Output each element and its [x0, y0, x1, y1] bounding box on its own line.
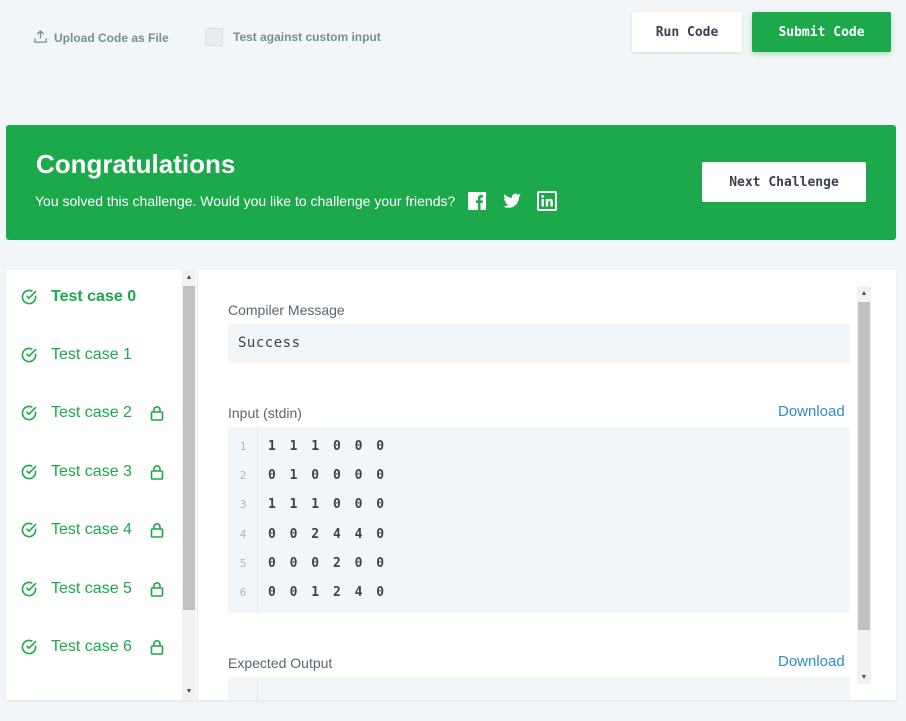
line-number-gutter	[228, 677, 258, 700]
line-number: 3	[239, 498, 247, 511]
code-line: 3 1 1 1 0 0 0	[228, 490, 850, 519]
lock-icon	[150, 406, 164, 421]
test-case-details: Compiler Message Success Input (stdin) D…	[199, 270, 896, 700]
congratulations-banner: Congratulations You solved this challeng…	[6, 125, 896, 240]
banner-title: Congratulations	[36, 149, 236, 179]
social-share-links	[467, 191, 558, 211]
expected-output-code-block	[228, 677, 850, 700]
test-case-tab-3[interactable]: Test case 3	[20, 463, 164, 481]
line-number: 2	[239, 469, 247, 482]
check-circle-icon	[21, 464, 37, 480]
test-case-tab-0[interactable]: Test case 0	[20, 288, 136, 306]
scroll-down-arrow-icon[interactable]: ▼	[182, 684, 196, 698]
code-line: 4 0 0 2 4 4 0	[228, 520, 850, 549]
test-case-tab-5[interactable]: Test case 5	[20, 580, 164, 598]
details-scrollbar-thumb[interactable]	[858, 302, 870, 630]
lock-icon	[150, 582, 164, 597]
code-line: 6 0 0 1 2 4 0	[228, 578, 850, 607]
line-text: 0 0 2 4 4 0	[268, 527, 388, 542]
line-number: 1	[239, 440, 247, 453]
test-case-label: Test case 6	[51, 638, 132, 655]
scroll-up-arrow-icon[interactable]: ▲	[182, 270, 196, 284]
lock-icon	[150, 465, 164, 480]
lock-icon	[150, 640, 164, 655]
submit-code-button[interactable]: Submit Code	[752, 12, 891, 52]
test-case-tab-4[interactable]: Test case 4	[20, 521, 164, 539]
run-code-button[interactable]: Run Code	[632, 12, 742, 52]
banner-subtitle-row: You solved this challenge. Would you lik…	[35, 191, 558, 211]
code-line: 5 0 0 0 2 0 0	[228, 549, 850, 578]
expected-output-download-link[interactable]: Download	[778, 653, 845, 670]
details-scrollbar[interactable]: ▲ ▼	[857, 286, 871, 684]
upload-code-label: Upload Code as File	[54, 31, 169, 45]
custom-input-label: Test against custom input	[233, 30, 381, 44]
code-line: 1 1 1 1 0 0 0	[228, 432, 850, 461]
editor-toolbar: Upload Code as File Test against custom …	[0, 0, 906, 72]
lock-icon	[150, 523, 164, 538]
expected-output-label: Expected Output	[228, 655, 333, 671]
line-text: 0 1 0 0 0 0	[268, 468, 388, 483]
test-results-panel: Test case 0 Test case 1 Test case 2 Test…	[6, 270, 896, 700]
check-circle-icon	[21, 405, 37, 421]
twitter-icon[interactable]	[502, 191, 522, 211]
line-number: 6	[239, 586, 247, 599]
code-line: 2 0 1 0 0 0 0	[228, 461, 850, 490]
line-text: 1 1 1 0 0 0	[268, 439, 388, 454]
check-circle-icon	[21, 639, 37, 655]
line-text: 0 0 1 2 4 0	[268, 585, 388, 600]
upload-icon	[33, 29, 48, 47]
upload-code-button[interactable]: Upload Code as File	[33, 29, 169, 47]
input-code-block: 1 1 1 1 0 0 0 2 0 1 0 0 0 0 3 1 1 1 0 0 …	[228, 427, 850, 613]
sidebar-scrollbar-thumb[interactable]	[183, 286, 195, 610]
next-challenge-button[interactable]: Next Challenge	[702, 162, 866, 202]
line-text: 1 1 1 0 0 0	[268, 497, 388, 512]
custom-input-toggle[interactable]: Test against custom input	[205, 28, 381, 46]
test-case-label: Test case 2	[51, 404, 132, 421]
test-case-label: Test case 4	[51, 521, 132, 538]
check-circle-icon	[21, 347, 37, 363]
test-case-label: Test case 1	[51, 346, 132, 363]
test-case-tab-6[interactable]: Test case 6	[20, 638, 164, 656]
compiler-message-label: Compiler Message	[228, 302, 345, 318]
banner-subtitle: You solved this challenge. Would you lik…	[35, 193, 456, 209]
input-download-link[interactable]: Download	[778, 403, 845, 420]
test-case-label: Test case 3	[51, 463, 132, 480]
line-number: 5	[239, 557, 247, 570]
test-case-label: Test case 0	[51, 288, 137, 305]
scroll-up-arrow-icon[interactable]: ▲	[857, 286, 871, 300]
line-number: 4	[239, 528, 247, 541]
check-circle-icon	[21, 522, 37, 538]
test-case-sidebar: Test case 0 Test case 1 Test case 2 Test…	[6, 270, 198, 700]
compiler-message-value: Success	[228, 324, 850, 363]
check-circle-icon	[21, 581, 37, 597]
sidebar-scrollbar[interactable]: ▲ ▼	[182, 270, 196, 700]
line-text: 0 0 0 2 0 0	[268, 556, 388, 571]
input-label: Input (stdin)	[228, 405, 302, 421]
scroll-down-arrow-icon[interactable]: ▼	[857, 670, 871, 684]
facebook-icon[interactable]	[467, 191, 487, 211]
check-circle-icon	[21, 289, 37, 305]
test-case-label: Test case 5	[51, 580, 132, 597]
test-case-tab-2[interactable]: Test case 2	[20, 404, 164, 422]
custom-input-checkbox[interactable]	[205, 28, 223, 46]
linkedin-icon[interactable]	[537, 191, 558, 211]
test-case-tab-1[interactable]: Test case 1	[20, 346, 132, 364]
